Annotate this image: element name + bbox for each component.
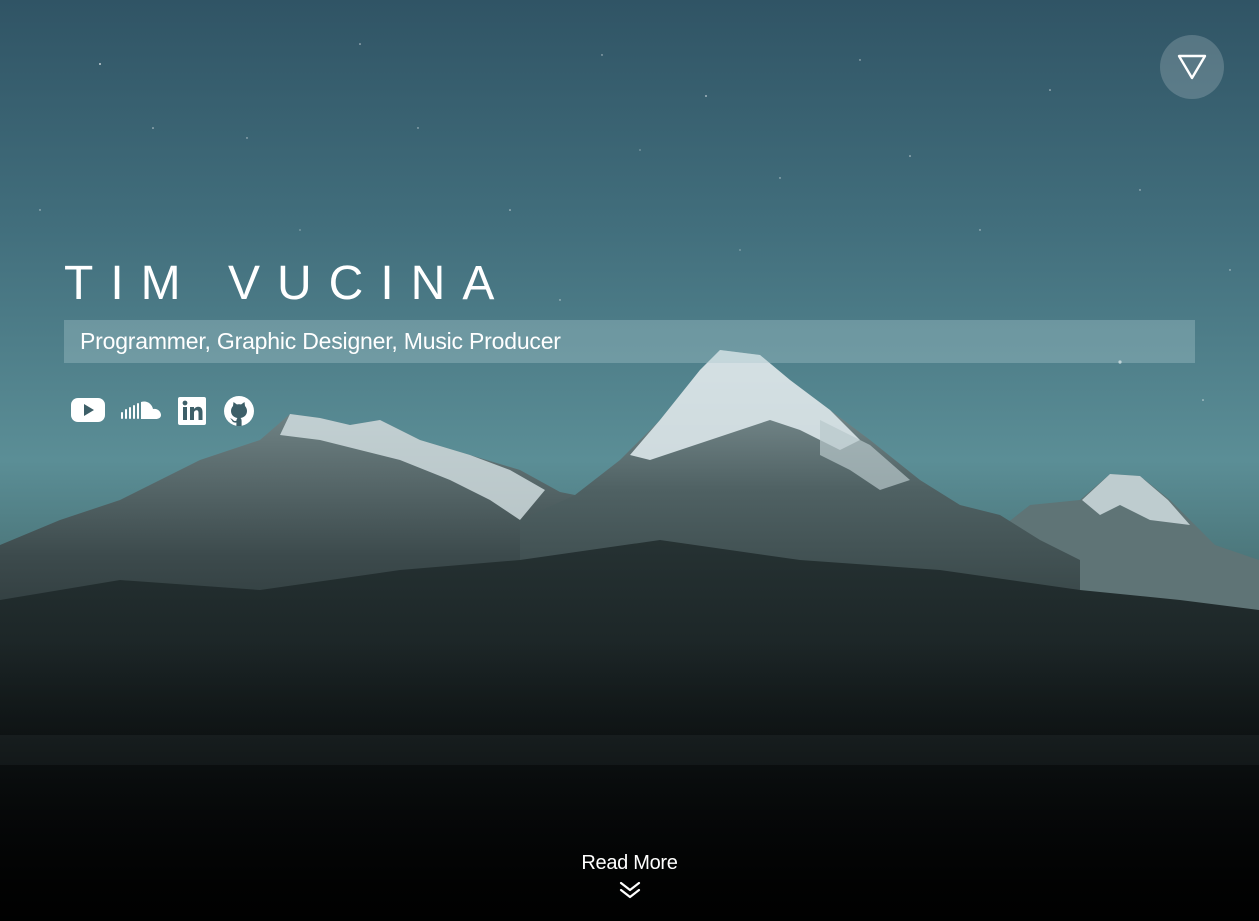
tagline-bar: Programmer, Graphic Designer, Music Prod…	[64, 320, 1195, 363]
tagline: Programmer, Graphic Designer, Music Prod…	[80, 328, 561, 354]
triangle-down-icon	[1177, 54, 1207, 80]
github-icon	[224, 396, 254, 426]
soundcloud-link[interactable]	[120, 394, 162, 426]
github-link[interactable]	[222, 394, 256, 426]
linkedin-icon	[178, 397, 206, 425]
read-more-label: Read More	[581, 852, 678, 874]
double-chevron-down-icon	[619, 881, 640, 899]
site-title: TIM VUCINA	[64, 257, 512, 310]
menu-button[interactable]	[1160, 35, 1224, 99]
background-image	[0, 0, 1259, 921]
soundcloud-icon	[121, 401, 161, 419]
social-links	[70, 394, 270, 426]
hero-section: TIM VUCINA Programmer, Graphic Designer,…	[0, 0, 1259, 921]
linkedin-link[interactable]	[176, 394, 208, 426]
youtube-icon	[71, 398, 105, 422]
youtube-link[interactable]	[70, 394, 106, 426]
read-more-button[interactable]: Read More	[0, 852, 1259, 899]
